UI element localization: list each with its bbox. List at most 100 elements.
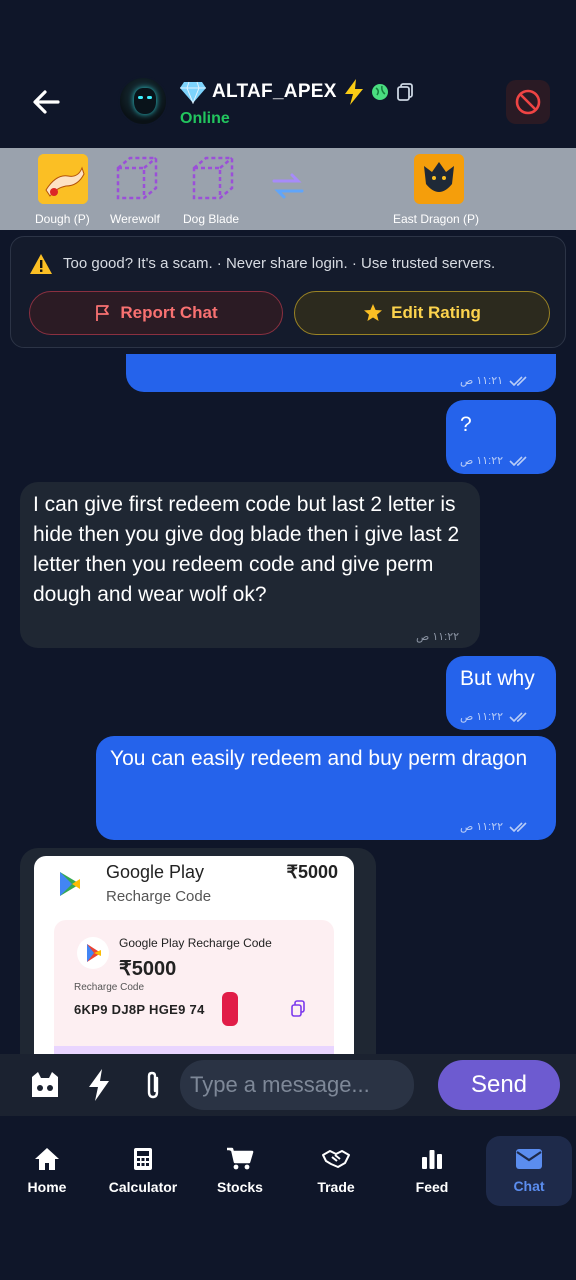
copy-icon[interactable] xyxy=(395,82,415,102)
lightning-icon xyxy=(344,79,363,105)
flag-icon xyxy=(96,305,110,321)
red-scribble xyxy=(222,992,238,1026)
message-time: ١١:٢٢ ص xyxy=(460,455,504,467)
attach-button[interactable] xyxy=(136,1068,170,1102)
gp-subtitle: Recharge Code xyxy=(106,888,212,905)
bot-button[interactable] xyxy=(28,1068,62,1102)
scam-warning-card: Too good? It's a scam. · Never share log… xyxy=(10,236,566,348)
trade-label-east-dragon: East Dragon (P) xyxy=(393,212,480,226)
recharge-code-card: Google Play Recharge Code ₹5000 Recharge… xyxy=(54,920,334,1054)
gp-title: Google Play xyxy=(106,862,205,882)
mail-icon xyxy=(516,1149,542,1169)
arrow-left-icon xyxy=(33,90,60,114)
warning-text: Too good? It's a scam. · Never share log… xyxy=(63,255,496,272)
back-button[interactable] xyxy=(28,84,64,120)
dog-blade-box-icon xyxy=(192,156,234,200)
report-chat-button[interactable]: Report Chat xyxy=(29,291,283,335)
east-dragon-fruit-icon xyxy=(414,154,464,204)
nav-trade[interactable]: Trade xyxy=(293,1136,379,1206)
trade-label-dough: Dough (P) xyxy=(35,212,90,226)
message-text: But why xyxy=(460,667,535,690)
nav-stocks-label: Stocks xyxy=(217,1179,263,1195)
message-text: ? xyxy=(460,413,472,436)
message-bubble-outgoing[interactable]: ١١:٢١ ص xyxy=(126,354,556,392)
send-button[interactable]: Send xyxy=(438,1060,560,1110)
message-meta: ١١:٢٢ ص xyxy=(460,446,531,476)
code-label: Recharge Code xyxy=(74,982,145,993)
message-bubble-outgoing[interactable]: But why ١١:٢٢ ص xyxy=(446,656,556,730)
message-meta: ١١:٢٢ ص xyxy=(460,702,531,732)
copy-icon xyxy=(291,1000,305,1017)
message-meta: ١١:٢٢ ص xyxy=(416,622,459,652)
nav-calculator[interactable]: Calculator xyxy=(100,1136,186,1206)
swap-icon xyxy=(272,172,304,205)
bottom-nav: Home Calculator Stocks Trade Feed Chat xyxy=(0,1130,576,1280)
username: ALTAF_APEX xyxy=(212,81,337,102)
cart-icon xyxy=(227,1147,254,1170)
avatar[interactable] xyxy=(118,76,168,126)
chat-header: ALTAF_APEX Online xyxy=(0,0,576,148)
message-bubble-outgoing[interactable]: You can easily redeem and buy perm drago… xyxy=(96,736,556,840)
message-time: ١١:٢١ ص xyxy=(460,375,504,387)
nav-calculator-label: Calculator xyxy=(108,1179,178,1195)
nav-home-label: Home xyxy=(27,1179,67,1195)
avatar-face xyxy=(134,88,156,114)
trade-item-east-dragon[interactable] xyxy=(414,154,464,204)
trade-item-dog-blade[interactable] xyxy=(188,154,238,204)
google-play-icon xyxy=(60,872,80,896)
recharge-code: 6KP9 DJ8P HGE9 74 xyxy=(74,1002,205,1017)
image-message[interactable]: Google Play Recharge Code ₹5000 Google P… xyxy=(20,848,376,1054)
block-button[interactable] xyxy=(506,80,550,124)
quick-action-button[interactable] xyxy=(82,1068,116,1102)
paperclip-icon xyxy=(147,1071,159,1099)
edit-rating-button[interactable]: Edit Rating xyxy=(294,291,550,335)
message-meta: ١١:٢٢ ص xyxy=(460,812,531,842)
star-icon xyxy=(364,304,383,321)
edit-rating-label: Edit Rating xyxy=(391,303,481,322)
purple-footer xyxy=(54,1046,334,1054)
google-play-icon xyxy=(77,937,109,969)
warning-icon xyxy=(30,254,52,274)
report-chat-label: Report Chat xyxy=(120,303,218,322)
nav-trade-label: Trade xyxy=(317,1179,355,1195)
nav-chat-label: Chat xyxy=(513,1178,545,1194)
double-check-icon xyxy=(509,712,527,723)
block-icon xyxy=(515,89,541,115)
message-text: I can give first redeem code but last 2 … xyxy=(33,493,460,606)
werewolf-box-icon xyxy=(116,156,158,200)
message-time: ١١:٢٢ ص xyxy=(416,631,460,643)
cat-icon xyxy=(32,1072,58,1097)
gp-amount: ₹5000 xyxy=(286,862,339,882)
message-bubble-incoming[interactable]: I can give first redeem code but last 2 … xyxy=(20,482,480,648)
lightning-icon xyxy=(89,1069,109,1101)
gp-inner-title: Google Play Recharge Code xyxy=(119,936,272,950)
message-input-bar: Send xyxy=(0,1054,576,1116)
bar-chart-icon xyxy=(422,1150,442,1169)
online-status: Online xyxy=(180,110,230,127)
double-check-icon xyxy=(509,376,527,387)
dough-fruit-icon xyxy=(38,154,88,204)
recharge-code-image[interactable]: Google Play Recharge Code ₹5000 Google P… xyxy=(34,856,354,1054)
nav-home[interactable]: Home xyxy=(4,1136,90,1206)
trade-item-dough[interactable] xyxy=(38,154,88,204)
nav-feed[interactable]: Feed xyxy=(389,1136,475,1206)
calculator-icon xyxy=(134,1148,152,1170)
trade-item-werewolf[interactable] xyxy=(112,154,162,204)
nav-chat[interactable]: Chat xyxy=(486,1136,572,1206)
handshake-icon xyxy=(322,1150,350,1168)
trade-label-werewolf: Werewolf xyxy=(110,212,160,226)
globe-icon xyxy=(371,84,388,100)
nav-stocks[interactable]: Stocks xyxy=(197,1136,283,1206)
double-check-icon xyxy=(509,456,527,467)
gp-inner-amount: ₹5000 xyxy=(119,958,177,980)
message-text: You can easily redeem and buy perm drago… xyxy=(110,747,528,770)
message-meta: ١١:٢١ ص xyxy=(460,366,531,396)
diamond-icon xyxy=(180,81,206,104)
message-time: ١١:٢٢ ص xyxy=(460,821,504,833)
double-check-icon xyxy=(509,822,527,833)
message-list[interactable]: ١١:٢١ ص ? ١١:٢٢ ص I can give first redee… xyxy=(0,354,576,1054)
home-icon xyxy=(35,1148,59,1170)
nav-feed-label: Feed xyxy=(415,1179,449,1195)
message-input[interactable] xyxy=(180,1060,414,1110)
message-bubble-outgoing[interactable]: ? ١١:٢٢ ص xyxy=(446,400,556,474)
